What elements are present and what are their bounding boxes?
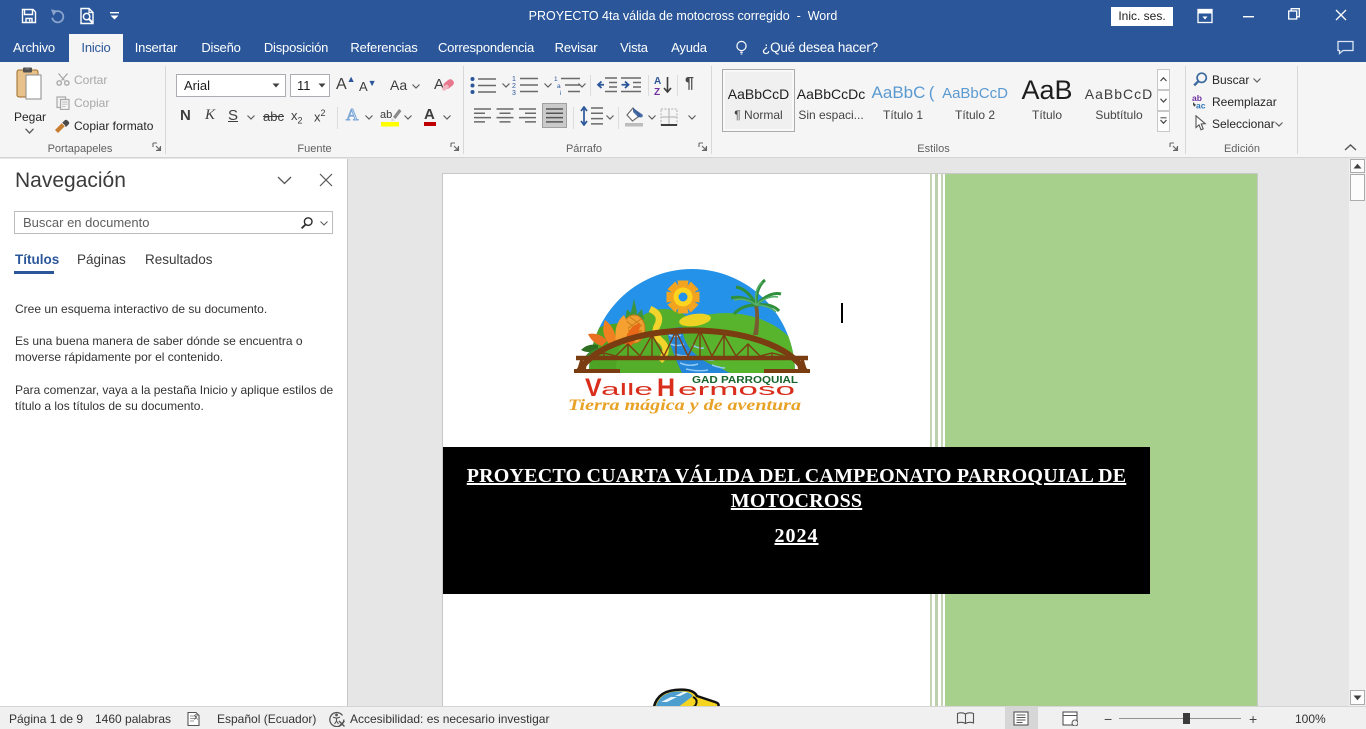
svg-text:3: 3 bbox=[512, 90, 516, 95]
svg-text:1: 1 bbox=[512, 76, 516, 83]
svg-text:x̄: x̄ bbox=[194, 713, 198, 722]
svg-text:ab: ab bbox=[380, 109, 392, 121]
svg-text:i: i bbox=[560, 90, 561, 95]
svg-text:1: 1 bbox=[554, 76, 558, 83]
svg-text:Tierra mágica y de aventura: Tierra mágica y de aventura bbox=[568, 397, 801, 414]
svg-text:A: A bbox=[434, 76, 444, 93]
svg-text:ac: ac bbox=[1196, 101, 1206, 110]
svg-text:2: 2 bbox=[512, 83, 516, 90]
svg-text:A: A bbox=[654, 76, 661, 87]
svg-text:Z: Z bbox=[654, 87, 660, 96]
svg-text:a: a bbox=[557, 83, 561, 90]
